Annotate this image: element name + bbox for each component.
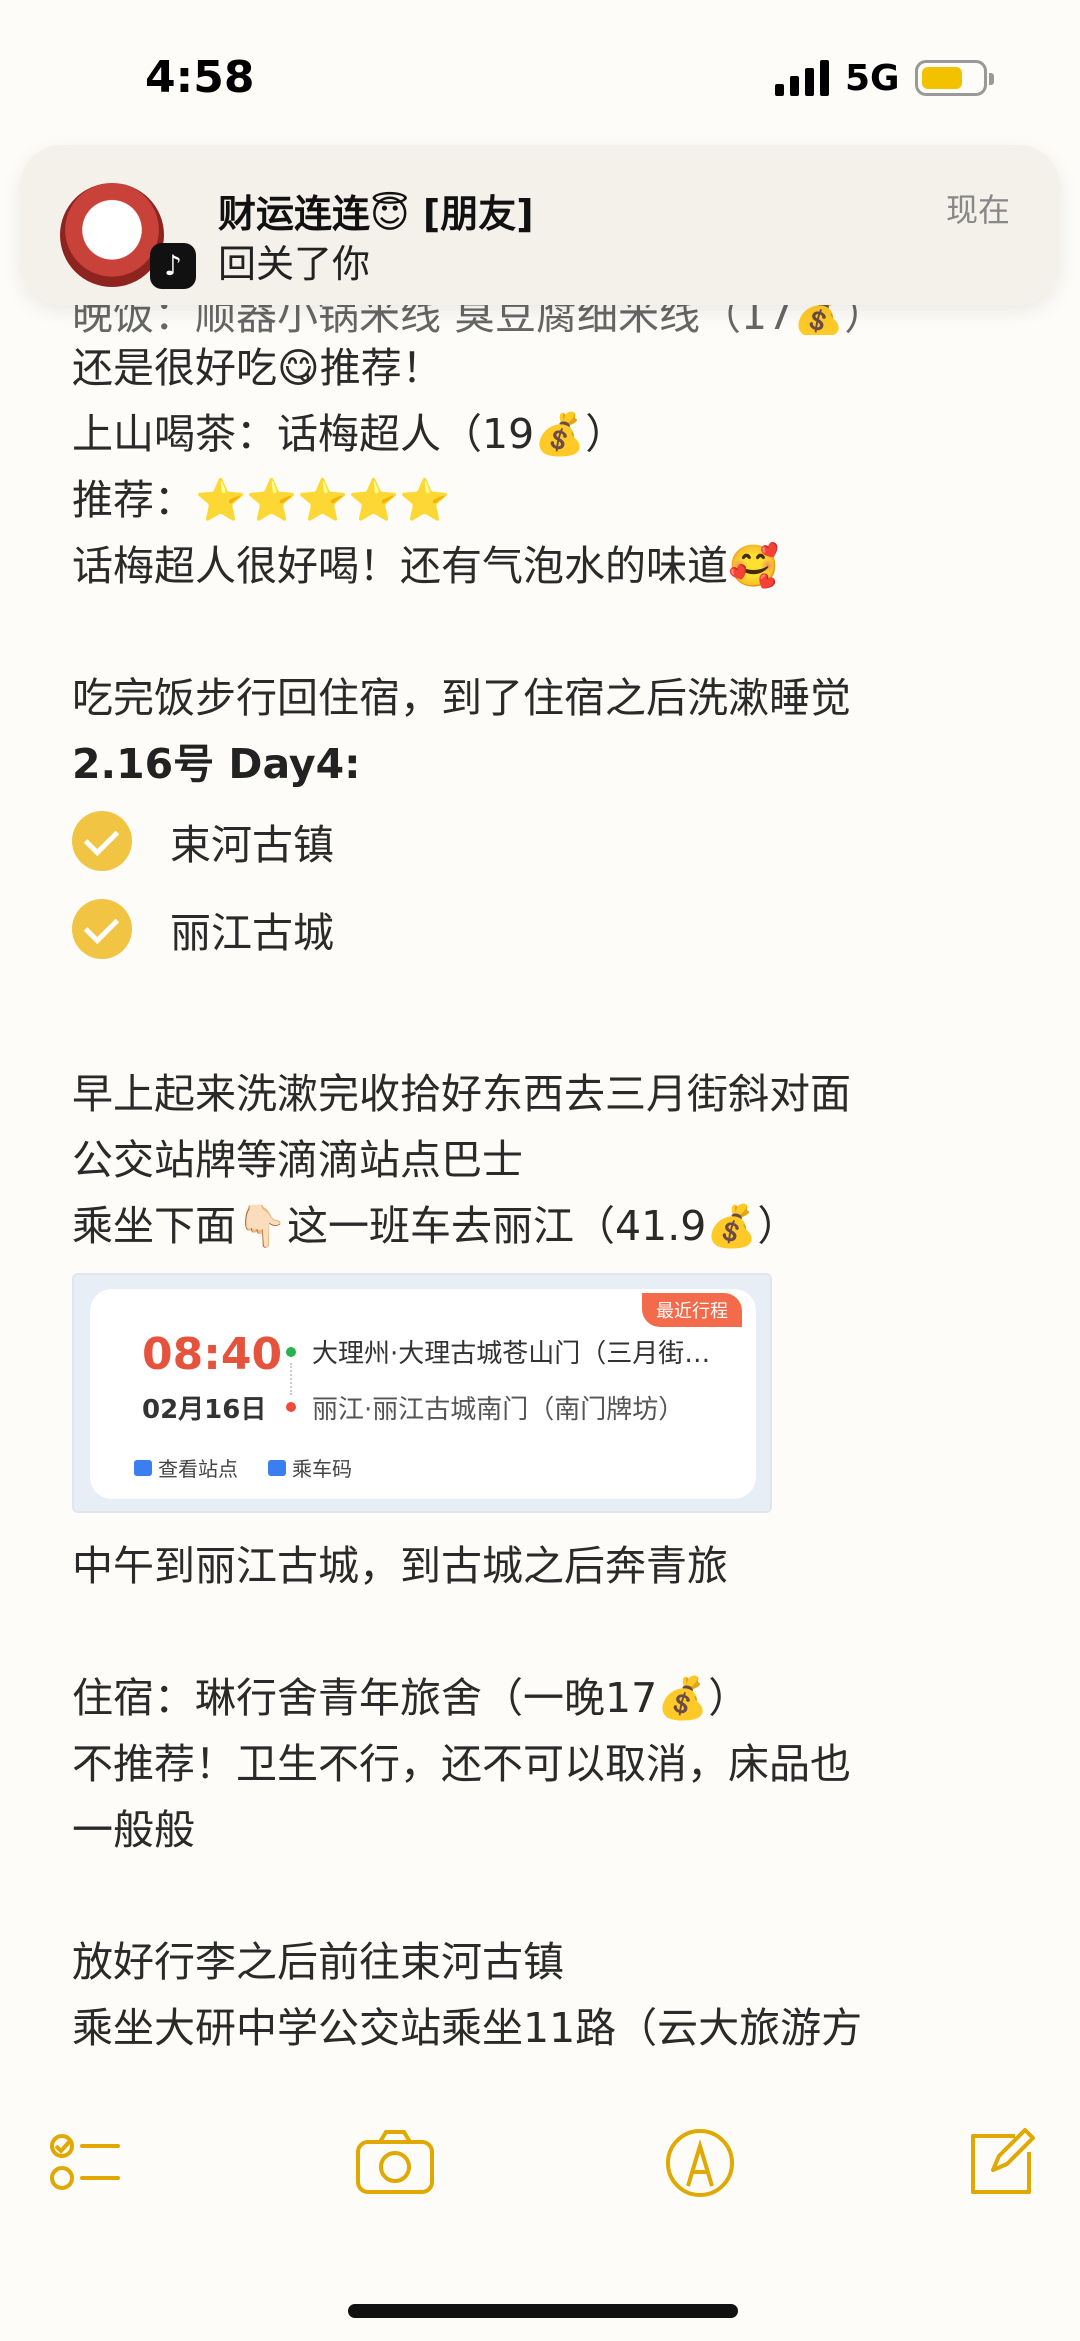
note-line: 住宿：琳行舍青年旅舍（一晚17💰） [72,1674,750,1722]
home-indicator[interactable] [348,2304,738,2318]
note-line: 放好行李之后前往束河古镇 [72,1938,564,1986]
origin-station: 大理州·大理古城苍山门（三月街… [312,1339,711,1369]
ticket-card: 最近行程 08:40 02月16日 大理州·大理古城苍山门（三月街… 丽江·丽江… [90,1289,756,1499]
station-icon [134,1459,152,1476]
checklist-icon[interactable] [40,2118,130,2208]
note-line: 中午到丽江古城，到古城之后奔青旅 [72,1542,728,1590]
note-line: 不推荐！卫生不行，还不可以取消，床品也 [72,1740,851,1788]
note-line: 上山喝茶：话梅超人（19💰） [72,410,627,458]
checkmark-icon[interactable] [72,899,132,959]
status-bar: 4:58 5G [0,0,1080,150]
note-line: 乘坐下面👇🏻这一班车去丽江（41.9💰） [72,1202,799,1250]
battery-icon [915,60,994,96]
tiktok-icon: ♪ [150,243,196,289]
ride-code-button: 乘车码 [268,1453,352,1482]
checklist-item[interactable]: 束河古镇 [72,797,1012,885]
note-line: 早上起来洗漱完收拾好东西去三月街斜对面 [72,1070,851,1118]
recent-trip-tag: 最近行程 [642,1293,742,1327]
camera-icon[interactable] [350,2118,440,2208]
checklist-label: 束河古镇 [170,821,334,869]
bus-ticket-image[interactable]: 最近行程 08:40 02月16日 大理州·大理古城苍山门（三月街… 丽江·丽江… [72,1273,772,1513]
destination-dot-icon [286,1402,296,1412]
destination-station: 丽江·丽江古城南门（南门牌坊） [312,1395,685,1425]
note-line: 晚饭：顺器小锅米线 臭豆腐细米线（17💰） [72,305,886,335]
day-heading: 2.16号 Day4: [72,740,361,788]
signal-icon [775,60,829,96]
notification-banner[interactable]: ♪ 财运连连😇 [朋友] 回关了你 现在 [20,145,1060,305]
notification-sender: 财运连连😇 [朋友] [218,192,534,236]
notification-message: 回关了你 [218,242,371,286]
bottom-toolbar [0,2110,1080,2230]
checklist-item[interactable]: 丽江古城 [72,885,1012,973]
origin-dot-icon [286,1347,296,1357]
checklist-label: 丽江古城 [170,909,334,957]
qr-icon [268,1459,286,1476]
view-station-button: 查看站点 [134,1453,238,1482]
departure-date: 02月16日 [142,1395,267,1425]
network-label: 5G [845,58,900,99]
note-line: 还是很好吃😋推荐！ [72,344,443,392]
compose-icon[interactable] [955,2118,1045,2208]
note-line: 话梅超人很好喝！还有气泡水的味道🥰 [72,542,780,590]
note-line: 乘坐大研中学公交站乘坐11路（云大旅游方 [72,2004,863,2052]
note-body[interactable]: 晚饭：顺器小锅米线 臭豆腐细米线（17💰） 还是很好吃😋推荐！ 上山喝茶：话梅超… [72,305,1012,2061]
departure-time: 08:40 [142,1329,283,1380]
note-line: 一般般 [72,1806,195,1854]
note-line: 公交站牌等滴滴站点巴士 [72,1136,523,1184]
avatar [60,183,164,287]
note-line: 推荐：⭐⭐⭐⭐⭐ [72,476,451,524]
note-line: 吃完饭步行回住宿，到了住宿之后洗漱睡觉 [72,674,851,722]
markup-icon[interactable] [655,2118,745,2208]
notification-time: 现在 [945,191,1010,229]
status-time: 4:58 [145,52,255,103]
checkmark-icon[interactable] [72,811,132,871]
